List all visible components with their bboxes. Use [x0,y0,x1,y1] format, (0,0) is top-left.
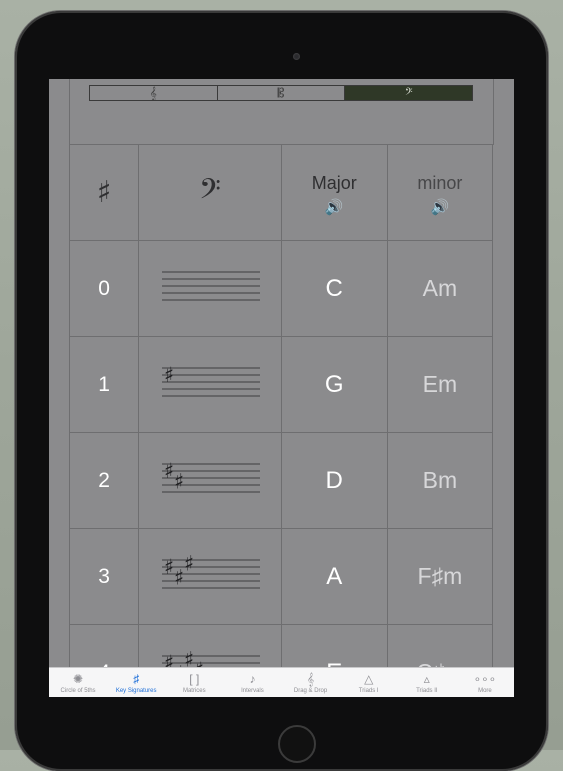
speaker-icon[interactable]: 🔊 [388,198,492,216]
alto-clef-icon: 𝄡 [277,86,285,100]
key-signature-table: ♯ 𝄢 Major 🔊 minor 🔊 0 C Am 1 ♯ G Em 2 ♯ … [68,144,494,697]
tab-drag-drop[interactable]: 𝄞 Drag & Drop [282,668,340,697]
sharp-icon: ♯ [174,565,184,589]
home-button[interactable] [278,725,316,763]
bass-clef-icon: 𝄢 [404,86,413,100]
tab-key-signatures[interactable]: ♯ Key Signatures [107,668,165,697]
sharp-icon: ♯ [96,175,112,210]
table-row[interactable]: 3 ♯ ♯ ♯ A F♯m [68,528,494,625]
sharp-icon: ♯ [184,552,194,576]
bass-clef-icon: 𝄢 [199,172,221,213]
staff: ♯ [161,363,260,396]
tab-label: More [478,687,492,694]
tab-label: Key Signatures [115,687,157,694]
sharp-count: 0 [68,240,140,337]
staff-cell: ♯ [138,336,282,433]
minor-key[interactable]: Am [386,240,494,337]
app-screen: 𝄞 𝄡 𝄢 ♯ 𝄢 Major 🔊 minor 🔊 0 C Am 1 ♯ G E… [49,79,514,697]
alto-clef-segment[interactable]: 𝄡 [218,86,346,100]
tab-triads-1[interactable]: △ Triads I [340,668,398,697]
major-key[interactable]: A [280,528,388,625]
staff [161,271,260,300]
table-header-row: ♯ 𝄢 Major 🔊 minor 🔊 [68,144,494,241]
minor-key[interactable]: Bm [386,432,494,529]
tab-triads-2[interactable]: ▵ Triads II [398,668,456,697]
tab-matrices[interactable]: [ ] Matrices [165,668,223,697]
table-row[interactable]: 1 ♯ G Em [68,336,494,433]
more-icon: ∘∘∘ [473,671,497,686]
key-signature-icon: ♯ [133,671,140,686]
sharp-count: 3 [68,528,140,625]
sharps-header: ♯ [68,144,140,241]
sharp-icon: ♯ [164,555,174,579]
sharp-count: 2 [68,432,140,529]
drag-drop-icon: 𝄞 [307,671,315,686]
front-camera [293,53,300,60]
tab-circle-of-fifths[interactable]: ✺ Circle of 5ths [49,668,107,697]
major-key[interactable]: G [280,336,388,433]
tab-label: Matrices [182,687,206,694]
tab-more[interactable]: ∘∘∘ More [456,668,514,697]
minor-label: minor [417,173,463,193]
staff: ♯ ♯♯ [161,552,260,589]
tab-label: Intervals [241,687,264,694]
circle-of-fifths-icon: ✺ [73,671,84,686]
treble-clef-segment[interactable]: 𝄞 [90,86,218,100]
staff: ♯ ♯ [161,459,260,493]
clef-selector: 𝄞 𝄡 𝄢 [89,85,473,101]
staff-cell: ♯ ♯ [138,432,282,529]
tab-label: Circle of 5ths [60,687,96,694]
major-label: Major [311,173,357,193]
major-key[interactable]: C [280,240,388,337]
minor-header[interactable]: minor 🔊 [386,144,494,241]
tab-intervals[interactable]: ♪ Intervals [223,668,281,697]
speaker-icon[interactable]: 🔊 [282,198,387,216]
small-triangle-icon: ▵ [423,671,430,686]
treble-clef-icon: 𝄞 [149,86,157,100]
bass-clef-segment[interactable]: 𝄢 [345,86,473,100]
minor-key[interactable]: F♯m [386,528,494,625]
sharp-icon: ♯ [174,469,184,493]
major-key[interactable]: D [280,432,388,529]
minor-key[interactable]: Em [386,336,494,433]
tab-label: Triads I [358,687,379,694]
table-row[interactable]: 0 C Am [68,240,494,337]
divider [493,79,494,145]
sharp-icon: ♯ [164,363,174,387]
divider [69,79,70,145]
staff-cell: ♯ ♯ ♯ [138,528,282,625]
tab-label: Drag & Drop [293,687,328,694]
staff-cell [138,240,282,337]
brackets-icon: [ ] [189,671,200,686]
major-header[interactable]: Major 🔊 [280,144,388,241]
sharp-count: 1 [68,336,140,433]
tab-bar: ✺ Circle of 5ths ♯ Key Signatures [ ] Ma… [49,667,514,697]
table-row[interactable]: 2 ♯ ♯ D Bm [68,432,494,529]
triangle-icon: △ [364,671,374,686]
tab-label: Triads II [416,687,438,694]
note-icon: ♪ [249,671,256,686]
clef-header: 𝄢 [138,144,282,241]
sharp-icon: ♯ [164,459,174,483]
